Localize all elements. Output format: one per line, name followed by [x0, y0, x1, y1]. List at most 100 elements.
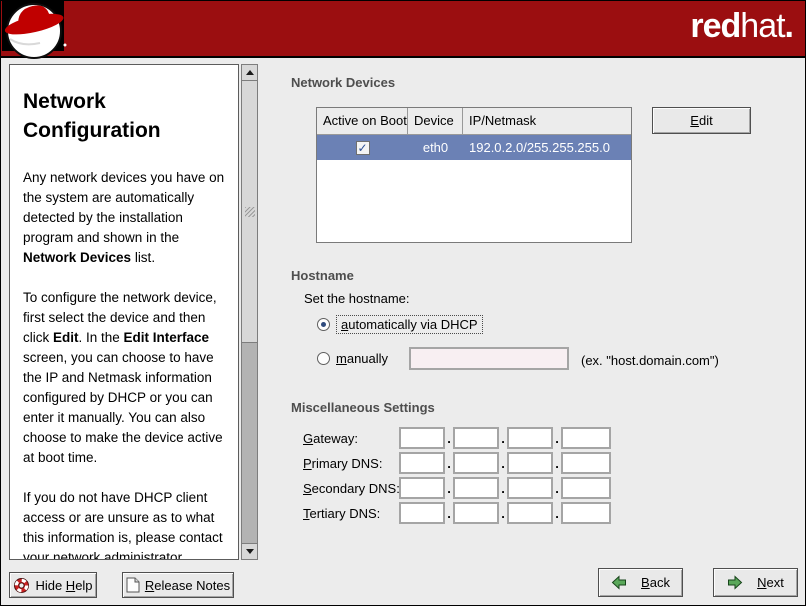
- octet-separator: .: [445, 481, 453, 496]
- installer-window: redhat. Network Configuration Any networ…: [0, 0, 806, 606]
- tertiary-dns-label: Tertiary DNS:: [303, 506, 399, 521]
- primary-dns-mnemonic: P: [303, 456, 312, 471]
- hostname-auto-option[interactable]: automatically via DHCP: [317, 315, 483, 334]
- secondary-dns-octet-4[interactable]: [561, 477, 611, 499]
- gateway-rest: ateway:: [313, 431, 358, 446]
- octet-separator: .: [553, 481, 561, 496]
- gateway-octet-4[interactable]: [561, 427, 611, 449]
- help-p2-bold-edit: Edit: [53, 330, 79, 345]
- octet-separator: .: [445, 506, 453, 521]
- set-hostname-prompt: Set the hostname:: [304, 291, 410, 306]
- help-p1-post: list.: [131, 250, 155, 265]
- secondary-dns-octet-1[interactable]: [399, 477, 445, 499]
- column-header-active-on-boot[interactable]: Active on Boot: [317, 108, 408, 135]
- secondary-dns-row: Secondary DNS: . . .: [303, 477, 611, 499]
- help-p2-bold-edit-interface: Edit Interface: [124, 330, 210, 345]
- secondary-dns-mnemonic: S: [303, 481, 312, 496]
- primary-dns-row: Primary DNS: . . .: [303, 452, 611, 474]
- manual-label[interactable]: manually: [336, 351, 388, 366]
- gateway-octet-3[interactable]: [507, 427, 553, 449]
- arrow-up-icon: [246, 70, 254, 75]
- help-content: Network Configuration Any network device…: [10, 65, 238, 560]
- manual-rest: anually: [347, 351, 388, 366]
- tertiary-dns-octet-3[interactable]: [507, 502, 553, 524]
- back-label: Back: [641, 575, 670, 590]
- hostname-manual-option[interactable]: manually: [317, 351, 388, 366]
- edit-mnemonic: E: [690, 113, 699, 128]
- secondary-dns-rest: econdary DNS:: [312, 481, 400, 496]
- hide-help-pre: Hide: [35, 578, 65, 593]
- network-devices-table: Active on Boot Device IP/Netmask ✓ eth0 …: [316, 107, 632, 243]
- edit-button-label: Edit: [690, 113, 712, 128]
- scroll-thumb[interactable]: [242, 81, 257, 343]
- active-on-boot-checkbox[interactable]: ✓: [356, 141, 370, 155]
- tertiary-dns-octet-1[interactable]: [399, 502, 445, 524]
- radio-manual[interactable]: [317, 352, 330, 365]
- gateway-mnemonic: G: [303, 431, 313, 446]
- thumb-grip-icon: [245, 207, 255, 217]
- tertiary-dns-octet-4[interactable]: [561, 502, 611, 524]
- primary-dns-octet-2[interactable]: [453, 452, 499, 474]
- next-rest: ext: [767, 575, 784, 590]
- column-header-ip-netmask[interactable]: IP/Netmask: [463, 108, 631, 135]
- help-p2-mid: . In the: [79, 330, 124, 345]
- lifebuoy-icon: [13, 577, 30, 594]
- tertiary-dns-rest: ertiary DNS:: [310, 506, 381, 521]
- help-scrollbar[interactable]: [241, 64, 258, 560]
- header-banner: redhat.: [1, 1, 805, 58]
- octet-separator: .: [499, 506, 507, 521]
- back-arrow-icon: [611, 575, 627, 590]
- primary-dns-label: Primary DNS:: [303, 456, 399, 471]
- octet-separator: .: [553, 431, 561, 446]
- edit-rest: dit: [699, 113, 713, 128]
- primary-dns-octet-3[interactable]: [507, 452, 553, 474]
- arrow-down-icon: [246, 549, 254, 554]
- network-devices-section-label: Network Devices: [291, 75, 395, 90]
- tertiary-dns-row: Tertiary DNS: . . .: [303, 502, 611, 524]
- octet-separator: .: [445, 456, 453, 471]
- redhat-wordmark: redhat.: [690, 9, 793, 43]
- radio-auto-dhcp[interactable]: [317, 318, 330, 331]
- ip-netmask-cell: 192.0.2.0/255.255.255.0: [463, 140, 631, 155]
- release-notes-button[interactable]: Release Notes: [122, 572, 234, 598]
- column-header-device[interactable]: Device: [408, 108, 463, 135]
- hostname-section-label: Hostname: [291, 268, 354, 283]
- gateway-label: Gateway:: [303, 431, 399, 446]
- back-button[interactable]: Back: [598, 568, 683, 597]
- manual-mnemonic: m: [336, 351, 347, 366]
- back-rest: ack: [650, 575, 670, 590]
- secondary-dns-octet-2[interactable]: [453, 477, 499, 499]
- auto-dhcp-label[interactable]: automatically via DHCP: [336, 315, 483, 334]
- gateway-octet-1[interactable]: [399, 427, 445, 449]
- tertiary-dns-octet-2[interactable]: [453, 502, 499, 524]
- next-arrow-icon: [727, 575, 743, 590]
- hide-help-button[interactable]: Hide Help: [9, 572, 97, 598]
- table-row[interactable]: ✓ eth0 192.0.2.0/255.255.255.0: [317, 135, 631, 160]
- next-button[interactable]: Next: [713, 568, 798, 597]
- next-mnemonic: N: [757, 575, 766, 590]
- hostname-input[interactable]: [409, 347, 569, 370]
- misc-settings-section-label: Miscellaneous Settings: [291, 400, 435, 415]
- primary-dns-octet-4[interactable]: [561, 452, 611, 474]
- auto-rest: utomatically via DHCP: [348, 317, 477, 332]
- release-notes-label: Release Notes: [145, 578, 230, 593]
- octet-separator: .: [553, 506, 561, 521]
- secondary-dns-label: Secondary DNS:: [303, 481, 399, 496]
- active-on-boot-cell: ✓: [317, 141, 408, 155]
- hide-help-rest: elp: [75, 578, 92, 593]
- secondary-dns-octet-3[interactable]: [507, 477, 553, 499]
- octet-separator: .: [499, 431, 507, 446]
- redhat-shadowman-logo: [2, 1, 68, 62]
- scroll-down-button[interactable]: [242, 543, 257, 559]
- octet-separator: .: [553, 456, 561, 471]
- brand-bold: red: [690, 7, 740, 45]
- help-title: Network Configuration: [23, 87, 225, 145]
- edit-button[interactable]: Edit: [652, 107, 751, 134]
- scroll-up-button[interactable]: [242, 65, 257, 81]
- primary-dns-octet-1[interactable]: [399, 452, 445, 474]
- gateway-octet-2[interactable]: [453, 427, 499, 449]
- brand-regular: hat: [740, 7, 784, 45]
- release-notes-mnemonic: R: [145, 578, 154, 593]
- help-p1-bold: Network Devices: [23, 250, 131, 265]
- octet-separator: .: [499, 456, 507, 471]
